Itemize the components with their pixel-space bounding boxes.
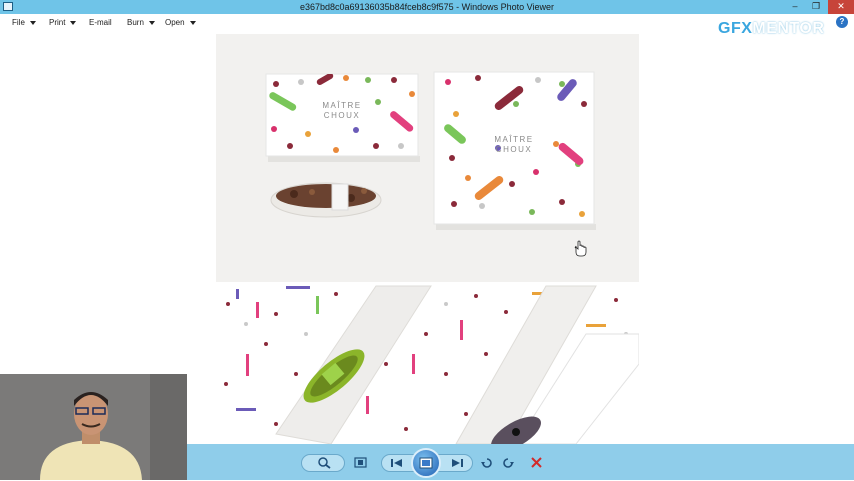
chevron-down-icon [148,20,155,25]
chevron-down-icon [189,20,196,25]
chevron-down-icon [70,20,77,25]
presenter-video [0,374,187,480]
slideshow-icon[interactable] [411,448,441,478]
help-button[interactable]: ? [836,16,848,28]
rotate-cw-icon[interactable] [500,456,516,470]
rotate-ccw-icon[interactable] [479,456,495,470]
menu-email[interactable]: E-mail [89,18,112,27]
box-brand-text-a: MAÎTRE CHOUX [322,101,361,120]
title-bar: e367bd8c0a69136035b84fceb8c9f575 - Windo… [0,0,854,14]
actual-size-icon[interactable] [353,456,369,470]
menu-email-label: E-mail [89,18,112,27]
close-button[interactable]: ✕ [828,0,854,14]
box-brand-line2: CHOUX [324,111,360,120]
next-icon[interactable] [449,456,465,470]
packaging-photo: MAÎTRE CHOUX MAÎTRE CHOUX [216,34,639,444]
zoom-icon[interactable] [317,456,333,470]
box-brand-line2: CHOUX [496,145,532,154]
navigation-toolbar [187,444,854,480]
menu-open[interactable]: Open [165,18,196,27]
box-brand-text-b: MAÎTRE CHOUX [494,135,533,154]
box-brand-line1: MAÎTRE [494,135,533,144]
delete-icon[interactable] [529,456,545,470]
photo-display[interactable]: MAÎTRE CHOUX MAÎTRE CHOUX [216,34,639,444]
menu-print[interactable]: Print [49,18,77,27]
menu-burn-label: Burn [127,18,144,27]
watermark-gfx: GFX [718,20,753,37]
gfx-mentor-watermark: GFXMENTOR [718,20,824,38]
menu-open-label: Open [165,18,185,27]
menu-print-label: Print [49,18,66,27]
minimize-button[interactable]: – [784,0,806,14]
box-brand-line1: MAÎTRE [322,101,361,110]
webcam-overlay [0,374,187,480]
window-title: e367bd8c0a69136035b84fceb8c9f575 - Windo… [299,2,555,12]
watermark-mentor: MENTOR [752,20,825,37]
restore-button[interactable]: ❐ [805,0,827,14]
menu-burn[interactable]: Burn [127,18,155,27]
previous-icon[interactable] [389,456,405,470]
chevron-down-icon [29,20,36,25]
menu-file[interactable]: File [12,18,36,27]
menu-file-label: File [12,18,25,27]
